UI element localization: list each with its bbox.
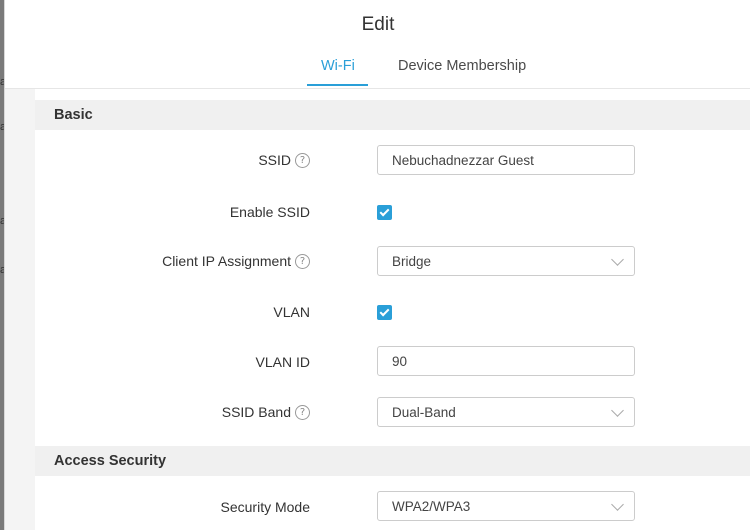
edit-dialog: Edit Wi-Fi Device Membership Basic SSID … [4, 0, 750, 530]
tab-wifi[interactable]: Wi-Fi [321, 58, 355, 74]
ssid-band-value: Dual-Band [392, 405, 456, 420]
vlan-id-label-text: VLAN ID [255, 354, 310, 370]
form-panel: Basic SSID ? Nebuchadnezzar Guest Enable… [35, 89, 750, 530]
section-header-access-security: Access Security [35, 446, 750, 476]
vlan-label: VLAN [273, 304, 310, 320]
client-ip-label-text: Client IP Assignment [162, 253, 291, 269]
tab-device-membership[interactable]: Device Membership [398, 58, 526, 74]
security-mode-label: Security Mode [221, 499, 310, 515]
help-icon[interactable]: ? [295, 404, 310, 420]
enable-ssid-checkbox[interactable] [377, 205, 392, 220]
help-icon[interactable]: ? [295, 253, 310, 269]
client-ip-select[interactable]: Bridge [377, 246, 635, 276]
vlan-id-label: VLAN ID [256, 354, 310, 370]
section-title: Basic [54, 107, 93, 123]
dialog-title: Edit [361, 14, 395, 35]
vlan-label-text: VLAN [273, 304, 310, 320]
dialog-content[interactable]: Basic SSID ? Nebuchadnezzar Guest Enable… [5, 89, 750, 530]
ssid-label-text: SSID [258, 152, 291, 168]
enable-ssid-label: Enable SSID [230, 204, 310, 220]
client-ip-label: Client IP Assignment ? [162, 253, 310, 269]
ssid-band-select[interactable]: Dual-Band [377, 397, 635, 427]
vlan-id-input[interactable]: 90 [377, 346, 635, 376]
security-mode-value: WPA2/WPA3 [392, 499, 471, 514]
security-mode-label-text: Security Mode [220, 499, 310, 515]
ssid-band-label: SSID Band ? [222, 404, 310, 420]
section-header-basic: Basic [35, 100, 750, 130]
section-title: Access Security [54, 453, 167, 469]
tab-bar: Wi-Fi Device Membership [5, 48, 750, 89]
client-ip-value: Bridge [392, 254, 432, 269]
chevron-down-icon [611, 253, 624, 266]
ssid-value: Nebuchadnezzar Guest [392, 153, 534, 168]
security-mode-select[interactable]: WPA2/WPA3 [377, 491, 635, 521]
ssid-band-label-text: SSID Band [221, 404, 291, 420]
ssid-label: SSID ? [258, 152, 310, 168]
active-tab-indicator [307, 84, 368, 86]
chevron-down-icon [611, 498, 624, 511]
ssid-input[interactable]: Nebuchadnezzar Guest [377, 145, 635, 175]
enable-ssid-label-text: Enable SSID [229, 204, 310, 220]
chevron-down-icon [611, 404, 624, 417]
vlan-id-value: 90 [392, 354, 408, 369]
help-icon[interactable]: ? [295, 152, 310, 168]
vlan-checkbox[interactable] [377, 305, 392, 320]
